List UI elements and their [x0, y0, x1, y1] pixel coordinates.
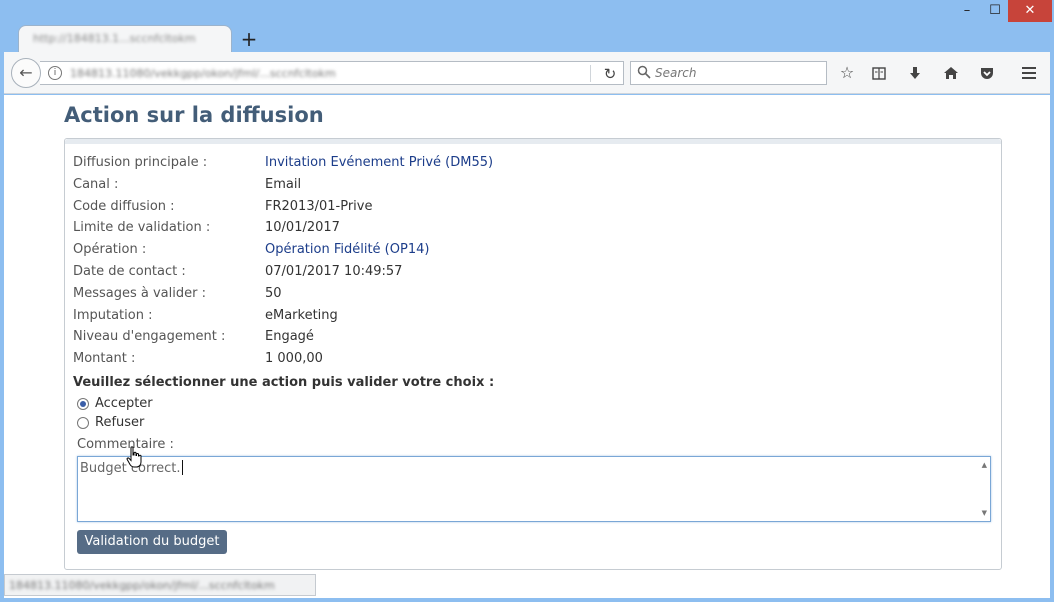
detail-value: FR2013/01-Prive [265, 198, 373, 214]
detail-label: Niveau d'engagement : [73, 329, 226, 345]
detail-value: 50 [265, 285, 282, 301]
detail-label: Opération : [73, 242, 147, 258]
detail-value: 07/01/2017 10:49:57 [265, 263, 403, 279]
search-bar[interactable]: Search [630, 61, 827, 85]
text-caret [181, 460, 183, 475]
detail-value: 1 000,00 [265, 351, 323, 367]
detail-label: Limite de validation : [73, 220, 211, 236]
status-url: 184813.11080/vekkgpp/okon/jfml/...sccnfc… [9, 579, 275, 592]
maximize-button[interactable]: ☐ [980, 0, 1010, 22]
url-text[interactable]: 184813.11080/vekkgpp/okon/jfml/...sccnfc… [70, 67, 400, 81]
close-window-button[interactable]: ✕ [1008, 0, 1052, 22]
window-titlebar: – ☐ ✕ http://184813.1...sccnfcltokm + [0, 0, 1054, 53]
bookmark-star-icon[interactable]: ☆ [836, 62, 858, 84]
detail-value: Email [265, 176, 302, 192]
download-icon[interactable] [904, 62, 926, 84]
panel-header-strip [65, 139, 1001, 144]
search-icon [637, 65, 651, 79]
detail-value: Engagé [265, 329, 314, 345]
detail-label: Diffusion principale : [73, 155, 208, 170]
browser-tab[interactable]: http://184813.1...sccnfcltokm [18, 25, 232, 53]
detail-label: Messages à valider : [73, 285, 206, 301]
status-bar: 184813.11080/vekkgpp/okon/jfml/...sccnfc… [4, 574, 316, 596]
details-panel: Diffusion principale : Invitation Evénem… [64, 138, 1002, 570]
reading-list-icon[interactable] [868, 62, 890, 84]
pocket-icon[interactable] [976, 62, 998, 84]
new-tab-button[interactable]: + [238, 28, 260, 50]
diffusion-link[interactable]: Invitation Evénement Privé (DM55) [265, 153, 493, 173]
detail-label: Canal : [73, 176, 119, 192]
info-icon[interactable]: i [48, 66, 62, 80]
radio-label[interactable]: Refuser [95, 414, 144, 432]
comment-textarea[interactable]: Budget correct. ▲ ▼ [77, 456, 991, 522]
search-placeholder: Search [655, 66, 697, 80]
detail-label: Montant : [73, 351, 136, 367]
page-title: Action sur la diffusion [64, 103, 324, 127]
validate-budget-button[interactable]: Validation du budget [77, 530, 227, 554]
radio-button-checked[interactable] [77, 398, 89, 410]
detail-value: 10/01/2017 [265, 220, 340, 236]
menu-icon[interactable] [1018, 62, 1040, 84]
reload-icon[interactable]: ↻ [600, 64, 620, 84]
scroll-up-icon[interactable]: ▲ [982, 461, 987, 469]
minimize-button[interactable]: – [952, 0, 982, 22]
back-icon: ← [19, 63, 33, 82]
navigation-toolbar: i 184813.11080/vekkgpp/okon/jfml/...sccn… [4, 52, 1050, 94]
back-button[interactable]: ← [11, 58, 41, 88]
hand-cursor-icon [126, 446, 142, 468]
detail-label: Imputation : [73, 307, 153, 323]
detail-label: Date de contact : [73, 263, 186, 279]
radio-label[interactable]: Accepter [95, 395, 153, 413]
home-icon[interactable] [940, 62, 962, 84]
tab-title: http://184813.1...sccnfcltokm [33, 32, 196, 45]
action-prompt: Veuillez sélectionner une action puis va… [73, 375, 495, 390]
detail-value: eMarketing [265, 307, 338, 323]
operation-link[interactable]: Opération Fidélité (OP14) [265, 240, 429, 260]
scroll-down-icon[interactable]: ▼ [982, 509, 987, 517]
detail-label: Code diffusion : [73, 198, 175, 214]
page-content: Action sur la diffusion Diffusion princi… [4, 95, 1050, 598]
url-separator [590, 65, 591, 82]
url-bar[interactable]: i 184813.11080/vekkgpp/okon/jfml/...sccn… [40, 61, 624, 85]
radio-button[interactable] [77, 417, 89, 429]
